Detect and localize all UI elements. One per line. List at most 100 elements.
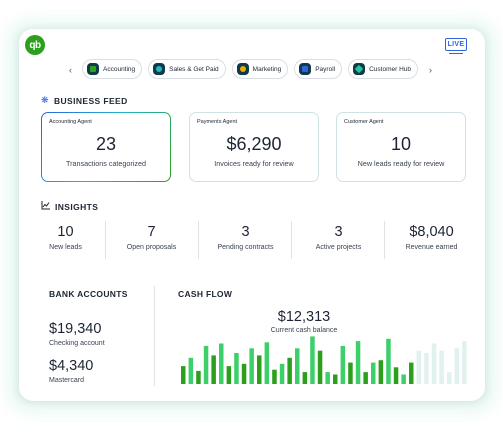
tab-label: Marketing [252, 65, 282, 73]
tab-label: Payroll [315, 65, 336, 73]
insights-header: INSIGHTS [41, 201, 98, 212]
cash-flow-bar [234, 353, 239, 384]
cash-flow-bar [317, 350, 323, 384]
cash-flow-bar [454, 348, 460, 384]
cash-flow-bar [241, 363, 247, 384]
checking-label: Checking account [49, 340, 105, 347]
cash-flow-bar [393, 367, 399, 384]
cash-flow-bar [279, 363, 285, 384]
cash-flow-chart [181, 336, 467, 384]
cash-flow-bar [219, 343, 224, 384]
insight-revenue-earned[interactable]: $8,040 Revenue earned [385, 217, 478, 262]
agent-description: Transactions categorized [65, 159, 147, 168]
insight-label: Open proposals [126, 244, 177, 251]
tab-label: Sales & Get Paid [169, 65, 219, 73]
cash-flow-bar [371, 362, 376, 384]
insight-value: 3 [334, 224, 343, 240]
cash-flow-bar [310, 336, 315, 384]
payroll-icon [299, 63, 312, 75]
cash-flow-bar [302, 372, 308, 384]
cash-flow-bar [196, 370, 201, 384]
cash-flow-bar [355, 341, 361, 384]
business-feed-header: ❋ BUSINESS FEED [41, 95, 128, 106]
nav-prev-button[interactable]: ‹ [69, 65, 72, 75]
cash-flow-bar [424, 353, 429, 384]
agent-description: Invoices ready for review [214, 159, 294, 168]
sales-icon [153, 63, 166, 75]
tab-sales-get-paid[interactable]: Sales & Get Paid [148, 59, 226, 79]
customer-agent-card[interactable]: Customer Agent 10 New leads ready for re… [336, 112, 466, 182]
insight-value: 7 [147, 224, 156, 240]
cash-flow-bar [257, 355, 262, 384]
cash-flow-bar [447, 372, 452, 384]
agent-value: 10 [390, 134, 412, 154]
insight-label: Active projects [315, 244, 362, 251]
live-badge-text: LIVE [447, 41, 465, 48]
nav-next-button[interactable]: › [429, 65, 432, 75]
cash-balance-label: Current cash balance [270, 327, 338, 334]
cash-flow-bar [462, 341, 467, 384]
cash-flow-bar [211, 355, 216, 384]
insight-value: 3 [241, 224, 250, 240]
business-feed-title: BUSINESS FEED [53, 95, 128, 106]
insight-new-leads[interactable]: 10 New leads [19, 217, 112, 262]
tab-accounting[interactable]: Accounting [82, 59, 143, 79]
line-chart-icon [41, 201, 50, 212]
cash-flow-bar [439, 350, 444, 384]
cash-flow-bar [333, 374, 338, 384]
marketing-icon [236, 63, 249, 75]
cash-flow-bar [431, 343, 437, 384]
agent-value: 23 [95, 134, 117, 154]
cash-flow-bar [416, 350, 422, 384]
agent-label: Customer Agent [344, 119, 384, 125]
live-badge-icon: LIVE [445, 38, 467, 54]
insight-pending-contracts[interactable]: 3 Pending contracts [199, 217, 292, 262]
customer-hub-icon [353, 63, 366, 75]
cash-flow-bar [188, 357, 194, 384]
cash-flow-bar [249, 348, 254, 384]
insight-label: Pending contracts [217, 244, 274, 251]
cash-flow-bar [203, 345, 209, 384]
cash-flow-bar [226, 366, 232, 384]
mastercard-label: Mastercard [49, 377, 85, 384]
insight-active-projects[interactable]: 3 Active projects [292, 217, 385, 262]
insights-row: 10 New leads 7 Open proposals 3 Pending … [19, 217, 485, 262]
tab-label: Accounting [103, 65, 136, 73]
insight-open-proposals[interactable]: 7 Open proposals [105, 217, 198, 262]
nav-tabs: Accounting Sales & Get Paid Marketing Pa… [82, 59, 418, 79]
cash-flow-bar [386, 338, 391, 384]
agent-label: Accounting Agent [49, 119, 92, 125]
bank-accounts-title: BANK ACCOUNTS [49, 289, 128, 299]
cash-flow-bar [295, 348, 300, 384]
cash-flow-bar [287, 357, 292, 384]
cash-flow-bar [401, 374, 406, 384]
cash-flow-bar [340, 345, 346, 384]
checking-balance[interactable]: $19,340 [49, 321, 101, 337]
tab-customer-hub[interactable]: Customer Hub [348, 59, 418, 79]
agent-label: Payments Agent [197, 119, 238, 125]
cash-balance-value: $12,313 [277, 309, 331, 325]
accounting-icon [87, 63, 99, 75]
agent-description: New leads ready for review [357, 159, 445, 168]
cash-flow-bar [363, 372, 368, 384]
payments-agent-card[interactable]: Payments Agent $6,290 Invoices ready for… [189, 112, 319, 182]
tab-payroll[interactable]: Payroll [294, 59, 343, 79]
accounting-agent-card[interactable]: Accounting Agent 23 Transactions categor… [41, 112, 171, 182]
cash-flow-bar [348, 362, 353, 384]
insight-label: Revenue earned [405, 244, 458, 251]
insights-title: INSIGHTS [55, 201, 99, 212]
insight-value: 10 [57, 224, 74, 240]
divider [154, 286, 155, 386]
logo-text: qb [29, 39, 41, 51]
cash-flow-bar [181, 366, 186, 384]
cash-flow-bar [378, 360, 384, 384]
insight-label: New leads [49, 244, 82, 251]
sparkle-icon: ❋ [41, 95, 49, 105]
cash-flow-bar [264, 342, 270, 384]
cash-flow-bar [409, 362, 414, 384]
cash-flow-bar [272, 369, 277, 384]
agent-value: $6,290 [226, 134, 282, 154]
tab-marketing[interactable]: Marketing [231, 59, 289, 79]
mastercard-balance[interactable]: $4,340 [49, 358, 93, 374]
cash-flow-bar [325, 372, 330, 384]
